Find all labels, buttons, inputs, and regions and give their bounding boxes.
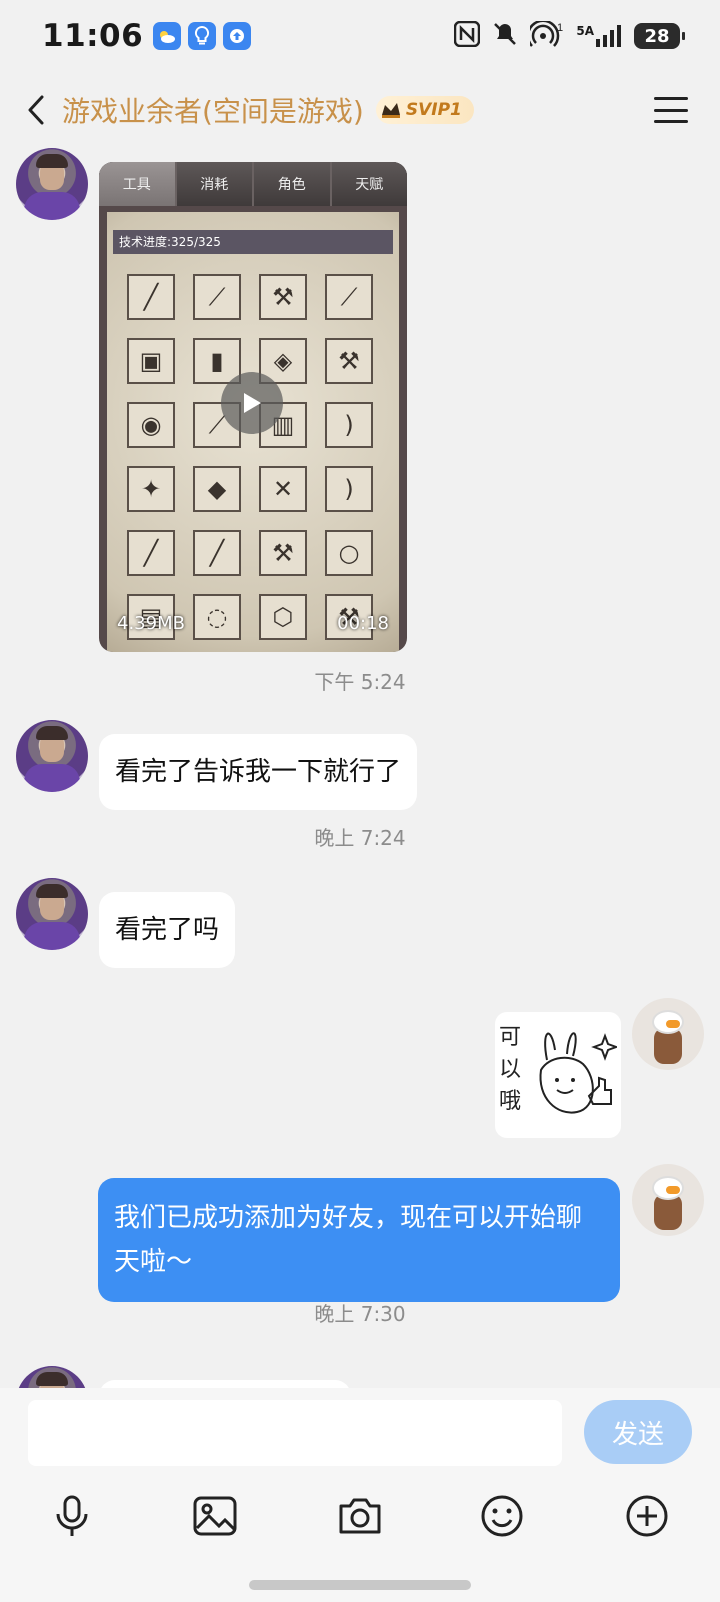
status-indicators: 1 5A 28 [454, 19, 685, 51]
menu-line [654, 108, 688, 112]
video-tab: 角色 [254, 162, 332, 206]
chat-title[interactable]: 游戏业余者(空间是游戏) [62, 90, 364, 130]
knife-icon: ⟋ [193, 274, 241, 320]
blade-icon: ◆ [193, 466, 241, 512]
hammer-icon: ⚒ [259, 530, 307, 576]
svip-badge[interactable]: SVIP1 [375, 96, 474, 124]
video-tab: 天赋 [331, 162, 407, 206]
microphone-icon[interactable] [42, 1486, 102, 1546]
message-timestamp: 晚上 7:30 [314, 1302, 406, 1326]
message-bubble[interactable] [99, 1380, 351, 1388]
battery-icon: 28 [634, 23, 685, 49]
video-message[interactable]: 工具 消耗 角色 天赋 技术进度:325/325 ╱ ⟋ ⚒ ⟋ ▣ ▮ ◈ ⚒… [99, 162, 407, 652]
svip-label: SVIP1 [405, 100, 462, 120]
shirt-icon: ◌ [193, 594, 241, 640]
play-icon [244, 393, 261, 413]
plus-icon[interactable] [617, 1486, 677, 1546]
video-tabs: 工具 消耗 角色 天赋 [99, 162, 407, 206]
avatar-contact[interactable] [16, 878, 88, 950]
bow-icon: ) [325, 402, 373, 448]
status-bar: 11:06 1 5A 28 [0, 0, 720, 72]
trident-icon: ⟋ [325, 274, 373, 320]
camera-icon[interactable] [330, 1486, 390, 1546]
ladle-icon: ○ [325, 530, 373, 576]
svip-crown-icon [381, 103, 400, 118]
input-bar: 发送 [0, 1388, 720, 1602]
chevron-left-icon [28, 95, 44, 125]
avatar-contact[interactable] [16, 1366, 88, 1388]
bow-icon: ) [325, 466, 373, 512]
hammer-icon: ⚒ [325, 338, 373, 384]
tongs-icon: ✕ [259, 466, 307, 512]
avatar-contact[interactable] [16, 148, 88, 220]
image-icon[interactable] [185, 1486, 245, 1546]
menu-button[interactable] [654, 97, 688, 123]
video-progress-text: 技术进度:325/325 [113, 230, 393, 254]
play-button[interactable] [221, 372, 283, 434]
chat-message-list[interactable]: 工具 消耗 角色 天赋 技术进度:325/325 ╱ ⟋ ⚒ ⟋ ▣ ▮ ◈ ⚒… [0, 148, 720, 1388]
status-app-icons [153, 22, 252, 50]
weather-icon [153, 22, 182, 50]
chat-header: 游戏业余者(空间是游戏) SVIP1 [0, 72, 720, 148]
upload-icon [223, 22, 252, 50]
video-tab: 消耗 [176, 162, 254, 206]
item-grid: ╱ ⟋ ⚒ ⟋ ▣ ▮ ◈ ⚒ ◉ ⟋ ▥ ) ✦ ◆ ✕ ) ╱ ╱ ⚒ ○ [127, 274, 383, 640]
status-time: 11:06 [42, 18, 144, 54]
sticker-message[interactable]: 可 以 哦 [495, 1012, 621, 1138]
video-size: 4.39MB [117, 613, 185, 634]
nfc-icon [454, 20, 481, 51]
video-tab: 工具 [99, 162, 177, 206]
avatar-self[interactable] [632, 998, 704, 1070]
message-timestamp: 下午 5:24 [314, 670, 406, 694]
spear-icon: ╱ [127, 274, 175, 320]
message-bubble[interactable]: 看完了告诉我一下就行了 [99, 734, 418, 810]
message-timestamp: 晚上 7:24 [314, 826, 406, 850]
back-button[interactable] [0, 72, 62, 148]
home-indicator[interactable] [249, 1580, 471, 1590]
sword-icon: ╱ [193, 530, 241, 576]
message-bubble[interactable]: 看完了吗 [99, 892, 236, 968]
lightbulb-icon [188, 22, 217, 50]
coffin-icon: ⬡ [259, 594, 307, 640]
message-input[interactable] [28, 1400, 562, 1466]
message-bubble-self[interactable]: 我们已成功添加为好友，现在可以开始聊天啦～ [98, 1178, 620, 1302]
club-icon: ╱ [127, 530, 175, 576]
input-toolbar [0, 1486, 720, 1566]
avatar-contact[interactable] [16, 720, 88, 792]
shield-icon: ◉ [127, 402, 175, 448]
avatar-self[interactable] [632, 1164, 704, 1236]
armor-icon: ▣ [127, 338, 175, 384]
video-duration: 00:18 [337, 613, 389, 634]
svg-text:1: 1 [557, 22, 563, 34]
send-button[interactable]: 发送 [584, 1400, 692, 1464]
emoji-icon[interactable] [472, 1486, 532, 1546]
torch-icon: ✦ [127, 466, 175, 512]
menu-line [654, 97, 688, 100]
bunny-thumbs-up-icon [539, 1032, 617, 1114]
hotspot-icon: 1 [527, 19, 564, 51]
mute-bell-icon [492, 21, 518, 51]
axe-icon: ⚒ [259, 274, 307, 320]
menu-line [654, 120, 688, 123]
signal-icon: 5A [576, 25, 622, 47]
